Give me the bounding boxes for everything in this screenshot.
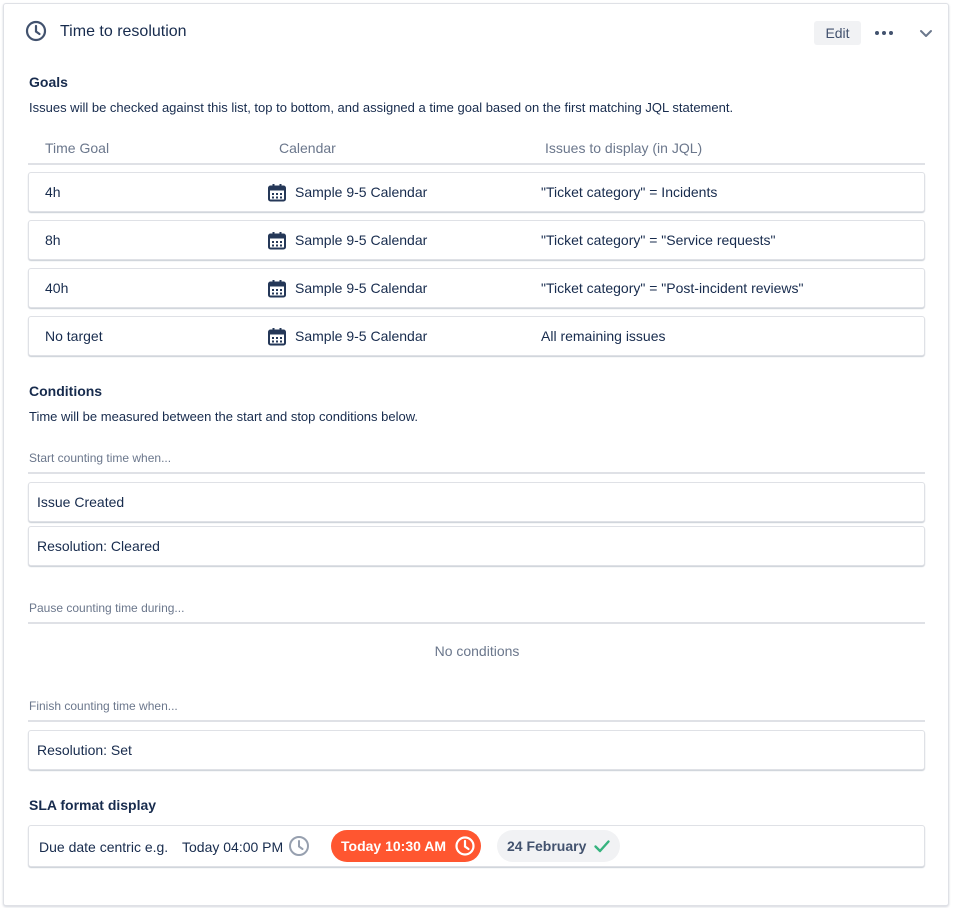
- edit-button[interactable]: Edit: [814, 21, 861, 45]
- column-header-time-goal: Time Goal: [45, 140, 110, 156]
- calendar-icon: [268, 184, 286, 202]
- sla-met-text: 24 February: [507, 838, 587, 854]
- goal-row[interactable]: 4h Sample 9-5 Calendar "Ticket category"…: [28, 172, 925, 212]
- goal-calendar: Sample 9-5 Calendar: [295, 328, 428, 344]
- conditions-title: Conditions: [29, 383, 103, 399]
- sla-breached-lozenge: Today 10:30 AM: [331, 830, 481, 862]
- sla-breached-text: Today 10:30 AM: [341, 838, 447, 854]
- clock-icon: [455, 836, 475, 856]
- conditions-description: Time will be measured between the start …: [29, 409, 419, 424]
- column-header-calendar: Calendar: [279, 140, 336, 156]
- goal-jql: All remaining issues: [541, 328, 666, 344]
- column-header-jql: Issues to display (in JQL): [545, 140, 703, 156]
- more-icon[interactable]: [872, 21, 896, 45]
- start-conditions-label: Start counting time when...: [29, 451, 172, 465]
- goal-jql: "Ticket category" = Incidents: [541, 184, 718, 200]
- condition-label: Issue Created: [37, 494, 125, 510]
- goal-jql: "Ticket category" = "Post-incident revie…: [541, 280, 804, 296]
- check-icon: [594, 840, 610, 853]
- clock-icon: [289, 836, 309, 856]
- goal-time: 4h: [45, 184, 61, 200]
- calendar-icon: [268, 328, 286, 346]
- goal-time: No target: [45, 328, 103, 344]
- sla-met-lozenge: 24 February: [497, 830, 620, 862]
- goal-calendar: Sample 9-5 Calendar: [295, 280, 428, 296]
- goal-row[interactable]: 8h Sample 9-5 Calendar "Ticket category"…: [28, 220, 925, 260]
- calendar-icon: [268, 232, 286, 250]
- goal-row[interactable]: No target Sample 9-5 Calendar All remain…: [28, 316, 925, 356]
- goal-calendar: Sample 9-5 Calendar: [295, 232, 428, 248]
- finish-conditions-label: Finish counting time when...: [29, 699, 178, 713]
- condition-label: Resolution: Set: [37, 742, 132, 758]
- sla-format-label: Due date centric e.g.: [39, 839, 169, 855]
- goal-row[interactable]: 40h Sample 9-5 Calendar "Ticket category…: [28, 268, 925, 308]
- sla-due-text: Today 04:00 PM: [182, 839, 284, 855]
- start-condition-item[interactable]: Resolution: Cleared: [28, 526, 925, 566]
- goals-title: Goals: [29, 74, 68, 90]
- finish-conditions-divider: [28, 720, 925, 722]
- no-conditions-text: No conditions: [434, 643, 520, 659]
- pause-conditions-divider: [28, 622, 925, 624]
- card-header: Time to resolution Edit: [4, 4, 948, 60]
- chevron-down-icon[interactable]: [914, 21, 938, 45]
- start-conditions-divider: [28, 472, 925, 474]
- pause-conditions-label: Pause counting time during...: [29, 601, 185, 615]
- calendar-icon: [268, 280, 286, 298]
- start-condition-item[interactable]: Issue Created: [28, 482, 925, 522]
- sla-format-row[interactable]: Due date centric e.g. Today 04:00 PM Tod…: [28, 825, 925, 867]
- sla-format-title: SLA format display: [29, 797, 157, 813]
- goal-time: 8h: [45, 232, 61, 248]
- goal-jql: "Ticket category" = "Service requests": [541, 232, 776, 248]
- table-header-divider: [28, 163, 925, 165]
- goal-time: 40h: [45, 280, 69, 296]
- sla-config-card: Time to resolution Edit Goals Issues wil…: [3, 3, 949, 906]
- condition-label: Resolution: Cleared: [37, 538, 160, 554]
- finish-condition-item[interactable]: Resolution: Set: [28, 730, 925, 770]
- goals-description: Issues will be checked against this list…: [29, 100, 734, 115]
- card-title: Time to resolution: [60, 23, 187, 40]
- clock-icon: [25, 20, 47, 42]
- goal-calendar: Sample 9-5 Calendar: [295, 184, 428, 200]
